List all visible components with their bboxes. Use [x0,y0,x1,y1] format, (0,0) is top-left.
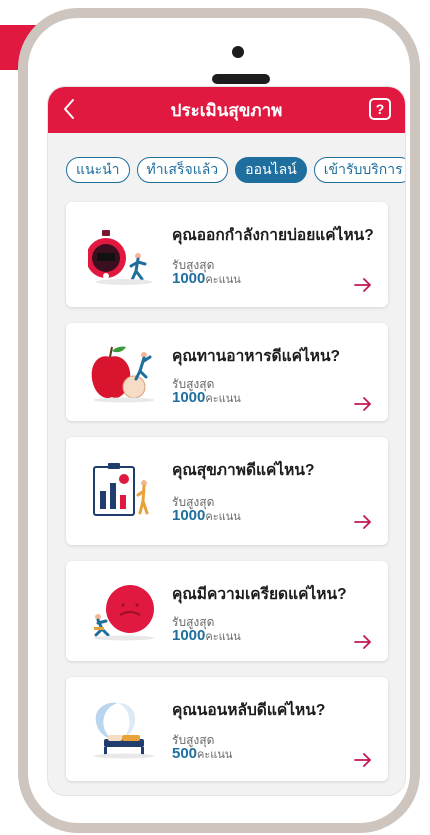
arrow-right-icon[interactable] [354,753,372,767]
points-value: 500คะแนน [172,745,233,762]
assessment-card-sleep[interactable]: คุณนอนหลับดีแค่ไหน? รับสูงสุด 500คะแนน [66,677,388,781]
stopwatch-runner-icon [88,230,152,285]
health-chart-icon [93,463,149,516]
app-screen: ประเมินสุขภาพ ? แนะนำ ทำเสร็จแล้ว ออนไลน… [47,86,406,796]
assessment-card-stress[interactable]: คุณมีความเครียดแค่ไหน? รับสูงสุด 1000คะแ… [66,561,388,661]
assessment-title: คุณสุขภาพดีแค่ไหน? [172,462,315,479]
assessment-card-nutrition[interactable]: คุณทานอาหารดีแค่ไหน? รับสูงสุด 1000คะแนน [66,323,388,421]
assessment-title: คุณนอนหลับดีแค่ไหน? [172,702,326,719]
arrow-right-icon[interactable] [354,515,372,529]
arrow-right-icon[interactable] [354,278,372,292]
arrow-right-icon[interactable] [354,635,372,649]
points-unit: คะแนน [205,511,241,523]
category-tabs: แนะนำ ทำเสร็จแล้ว ออนไลน์ เข้ารับบริการ [66,157,405,183]
app-header: ประเมินสุขภาพ ? [48,87,405,133]
back-button[interactable] [62,97,86,123]
tab-completed[interactable]: ทำเสร็จแล้ว [136,157,229,183]
assessment-card-exercise[interactable]: คุณออกกำลังกายบ่อยแค่ไหน? รับสูงสุด 1000… [66,202,388,307]
points-value: 1000คะแนน [172,507,241,524]
stress-ball-icon [94,585,154,641]
points-value: 1000คะแนน [172,627,241,644]
apple-nutrition-icon [91,346,154,403]
points-unit: คะแนน [205,393,241,405]
points-unit: คะแนน [205,631,241,643]
assessment-card-health[interactable]: คุณสุขภาพดีแค่ไหน? รับสูงสุด 1000คะแนน [66,437,388,545]
question-icon: ? [375,101,385,117]
chevron-left-icon [64,99,74,119]
tab-in-person[interactable]: เข้ารับบริการ [313,157,405,183]
points-unit: คะแนน [205,274,241,286]
assessment-title: คุณออกกำลังกายบ่อยแค่ไหน? [172,227,374,244]
camera-dot [232,46,244,58]
sleep-moon-icon [94,702,154,759]
assessment-title: คุณทานอาหารดีแค่ไหน? [172,348,341,365]
tab-online[interactable]: ออนไลน์ [235,157,307,183]
tab-recommended[interactable]: แนะนำ [66,157,130,183]
speaker-grille [212,74,270,84]
points-unit: คะแนน [197,749,233,761]
assessment-title: คุณมีความเครียดแค่ไหน? [172,586,347,603]
help-button[interactable]: ? [369,98,391,120]
points-value: 1000คะแนน [172,270,241,287]
points-value: 1000คะแนน [172,389,241,406]
arrow-right-icon[interactable] [354,397,372,411]
page-title: ประเมินสุขภาพ [170,100,283,120]
